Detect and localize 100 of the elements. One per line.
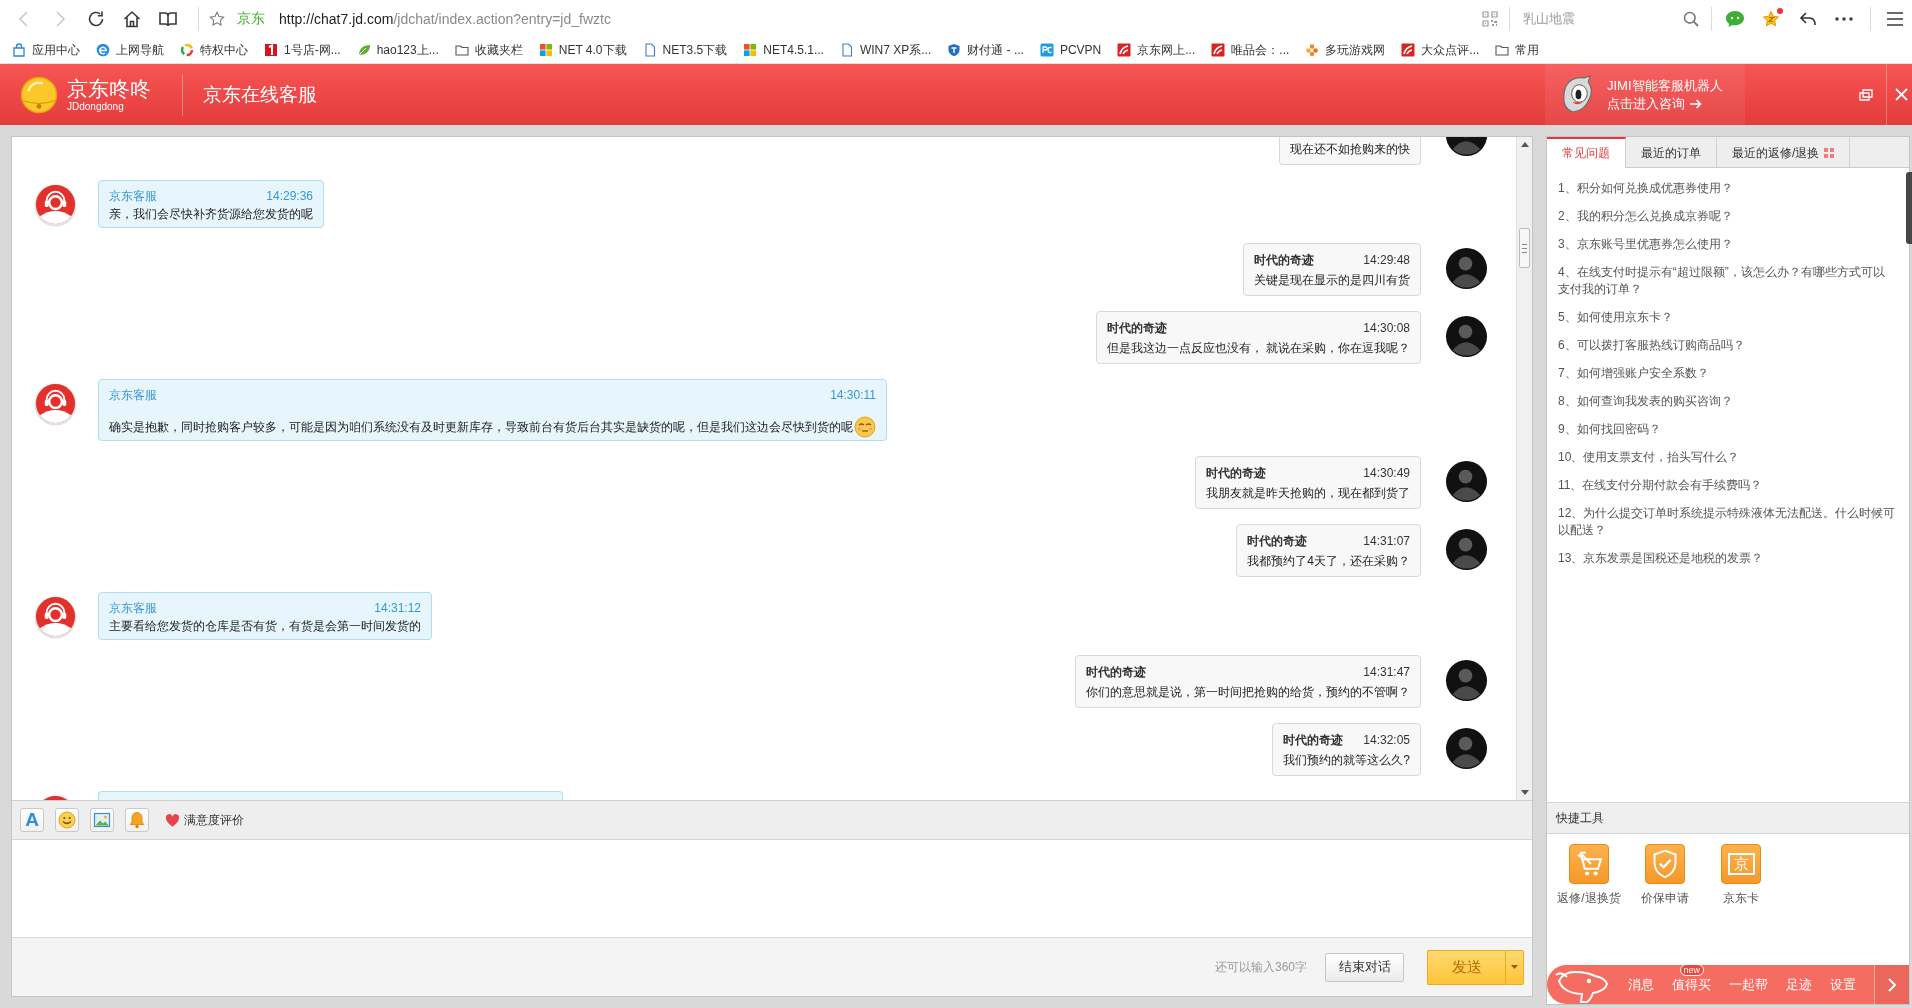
- bookmark-link[interactable]: NET3.5下载: [642, 41, 728, 59]
- faq-link[interactable]: 3、京东账号里优惠券怎么使用？: [1558, 236, 1896, 253]
- menu-icon[interactable]: [1886, 10, 1904, 27]
- heart-icon: [165, 813, 180, 827]
- bookmark-link[interactable]: NET 4.0下载: [538, 41, 627, 59]
- bookmark-link[interactable]: hao123上...: [356, 41, 439, 59]
- chat-bubble-icon[interactable]: [1725, 9, 1745, 28]
- close-icon[interactable]: [1895, 88, 1908, 101]
- faq-link[interactable]: 11、在线支付分期付款会有手续费吗？: [1558, 477, 1896, 494]
- emoji-button[interactable]: [55, 808, 79, 832]
- faq-link[interactable]: 2、我的积分怎么兑换成京券呢？: [1558, 208, 1896, 225]
- user-avatar-icon: [1445, 315, 1488, 358]
- faq-link[interactable]: 9、如何找回密码？: [1558, 421, 1896, 438]
- book-icon[interactable]: [159, 9, 177, 28]
- message-time: 14:32:05: [1363, 732, 1410, 749]
- message-text: 亲，我们会尽快补齐货源给您发货的呢: [109, 206, 313, 223]
- bookmark-link[interactable]: 特权中心: [180, 41, 248, 59]
- reply-arrow-icon[interactable]: [1799, 9, 1817, 28]
- bookmark-link[interactable]: NET4.5.1...: [743, 43, 824, 57]
- restore-icon[interactable]: [1859, 88, 1873, 101]
- remaining-count: 还可以输入360字: [1214, 958, 1307, 976]
- faq-link[interactable]: 10、使用支票支付，抬头写什么？: [1558, 449, 1896, 466]
- section-header: 快捷工具: [1547, 802, 1909, 834]
- leaf-icon: [356, 43, 371, 57]
- send-options-button[interactable]: [1505, 949, 1524, 985]
- search-icon[interactable]: [1683, 10, 1699, 27]
- rating-link[interactable]: 满意度评价: [165, 811, 244, 829]
- message-time: 14:30:08: [1363, 320, 1410, 337]
- tool-button[interactable]: 返修/退换货: [1551, 844, 1627, 907]
- bookmark-link[interactable]: 财付通 - ...: [947, 41, 1024, 59]
- faq-link[interactable]: 12、为什么提交订单时系统提示特殊液体无法配送。什么时候可以配送？: [1558, 505, 1896, 539]
- bookmark-link[interactable]: 常用: [1495, 41, 1540, 59]
- message-text: 确实是抱歉，同时抢购客户较多，可能是因为咱们系统没有及时更新库存，导致前台有货后台其实是缺货的呢，但是我们这边会尽快到货的呢: [109, 419, 853, 436]
- scroll-thumb[interactable]: [1519, 228, 1530, 268]
- bookmark-link[interactable]: 1号店-网...: [264, 41, 341, 59]
- tool-button[interactable]: 京 京东卡: [1703, 844, 1779, 907]
- picture-icon: [93, 811, 111, 829]
- message-text: 但是我这边一点反应也没有， 就说在采购，你在逗我呢？: [1106, 340, 1410, 357]
- sidebar-tab[interactable]: 最近的订单: [1626, 137, 1717, 167]
- bookmark-link[interactable]: 应用中心: [12, 41, 80, 59]
- folder-icon: [1495, 43, 1510, 57]
- faq-link[interactable]: 6、可以拨打客服热线订购商品吗？: [1558, 337, 1896, 354]
- faq-link[interactable]: 5、如何使用京东卡？: [1558, 309, 1896, 326]
- sender-name: 时代的奇迹: [1254, 252, 1314, 269]
- sender-name: 京东客服: [109, 600, 157, 617]
- scroll-down-icon[interactable]: [1520, 790, 1529, 795]
- bag-icon: [12, 43, 26, 57]
- faq-link[interactable]: 1、积分如何兑换成优惠券使用？: [1558, 180, 1896, 197]
- address-field[interactable]: http://chat7.jd.com/jdchat/index.action?entry=jd_fwztc: [279, 10, 611, 27]
- user-avatar-icon: [1445, 247, 1488, 290]
- scroll-up-icon[interactable]: [1520, 142, 1529, 147]
- bookmark-link[interactable]: 收藏夹栏: [454, 41, 523, 59]
- star-icon[interactable]: [1762, 9, 1780, 28]
- faq-link[interactable]: 8、如何查询我发表的购买咨询？: [1558, 393, 1896, 410]
- smiley-icon: [58, 811, 76, 829]
- message-time: 14:31:07: [1363, 533, 1410, 550]
- image-button[interactable]: [90, 808, 114, 832]
- bookmark-link[interactable]: WIN7 XP系...: [839, 41, 932, 59]
- bookmark-link[interactable]: 上网导航: [96, 41, 164, 59]
- agent-avatar-icon: [34, 596, 77, 639]
- user-avatar-icon: [1445, 727, 1488, 770]
- end-chat-button[interactable]: 结束对话: [1325, 952, 1404, 982]
- next-button[interactable]: [1874, 965, 1909, 1004]
- folder-icon: [454, 43, 469, 57]
- agent-avatar-icon: [34, 184, 77, 227]
- sidebar-tab[interactable]: 最近的返修/退换: [1717, 137, 1851, 167]
- qr-code-icon[interactable]: [1482, 10, 1498, 27]
- bookmark-link[interactable]: 大众点评...: [1401, 41, 1480, 59]
- square-logo-icon: [1039, 43, 1054, 57]
- robot-title: JIMI智能客服机器人: [1607, 76, 1723, 95]
- scrollbar[interactable]: [1516, 137, 1532, 800]
- page-title: 京东在线客服: [203, 82, 317, 107]
- home-icon[interactable]: [123, 9, 141, 28]
- faq-link[interactable]: 7、如何增强账户安全系数？: [1558, 365, 1896, 382]
- bookmark-link[interactable]: 京东网上...: [1117, 41, 1196, 59]
- color-ring-icon: [180, 43, 194, 57]
- consult-link[interactable]: 点击进入咨询: [1607, 94, 1723, 113]
- bell-icon: [128, 811, 146, 829]
- alert-button[interactable]: [125, 808, 149, 832]
- document-icon: [642, 43, 657, 57]
- message-time: 14:30:11: [830, 387, 876, 404]
- sender-name: 时代的奇迹: [1106, 320, 1167, 337]
- tool-button[interactable]: 价保申请: [1627, 844, 1703, 907]
- bookmark-link[interactable]: 多玩游戏网: [1305, 41, 1386, 59]
- more-icon[interactable]: [1835, 16, 1853, 21]
- search-field[interactable]: 乳山地震: [1523, 8, 1678, 29]
- star-icon[interactable]: [209, 10, 225, 27]
- message-time: 14:30:49: [1363, 465, 1410, 482]
- bookmark-link[interactable]: 唯品会：...: [1211, 41, 1290, 59]
- document-icon: [839, 43, 854, 57]
- message-text: 你们的意思就是说，第一时间把抢购的给货，预约的不管啊？: [1086, 684, 1410, 701]
- reload-icon[interactable]: [87, 9, 105, 28]
- bookmark-link[interactable]: PCVPN: [1039, 43, 1102, 57]
- scroll-handle[interactable]: [1906, 172, 1912, 244]
- sidebar-tab[interactable]: 常见问题: [1547, 137, 1626, 168]
- sender-name: 京东客服: [109, 387, 157, 404]
- app-name: 京东咚咚: [67, 76, 151, 101]
- faq-link[interactable]: 4、在线支付时提示有“超过限额”，该怎么办？有哪些方式可以支付我的订单？: [1558, 264, 1896, 298]
- faq-link[interactable]: 13、京东发票是国税还是地税的发票？: [1558, 550, 1896, 567]
- grid-icon[interactable]: [1824, 148, 1835, 158]
